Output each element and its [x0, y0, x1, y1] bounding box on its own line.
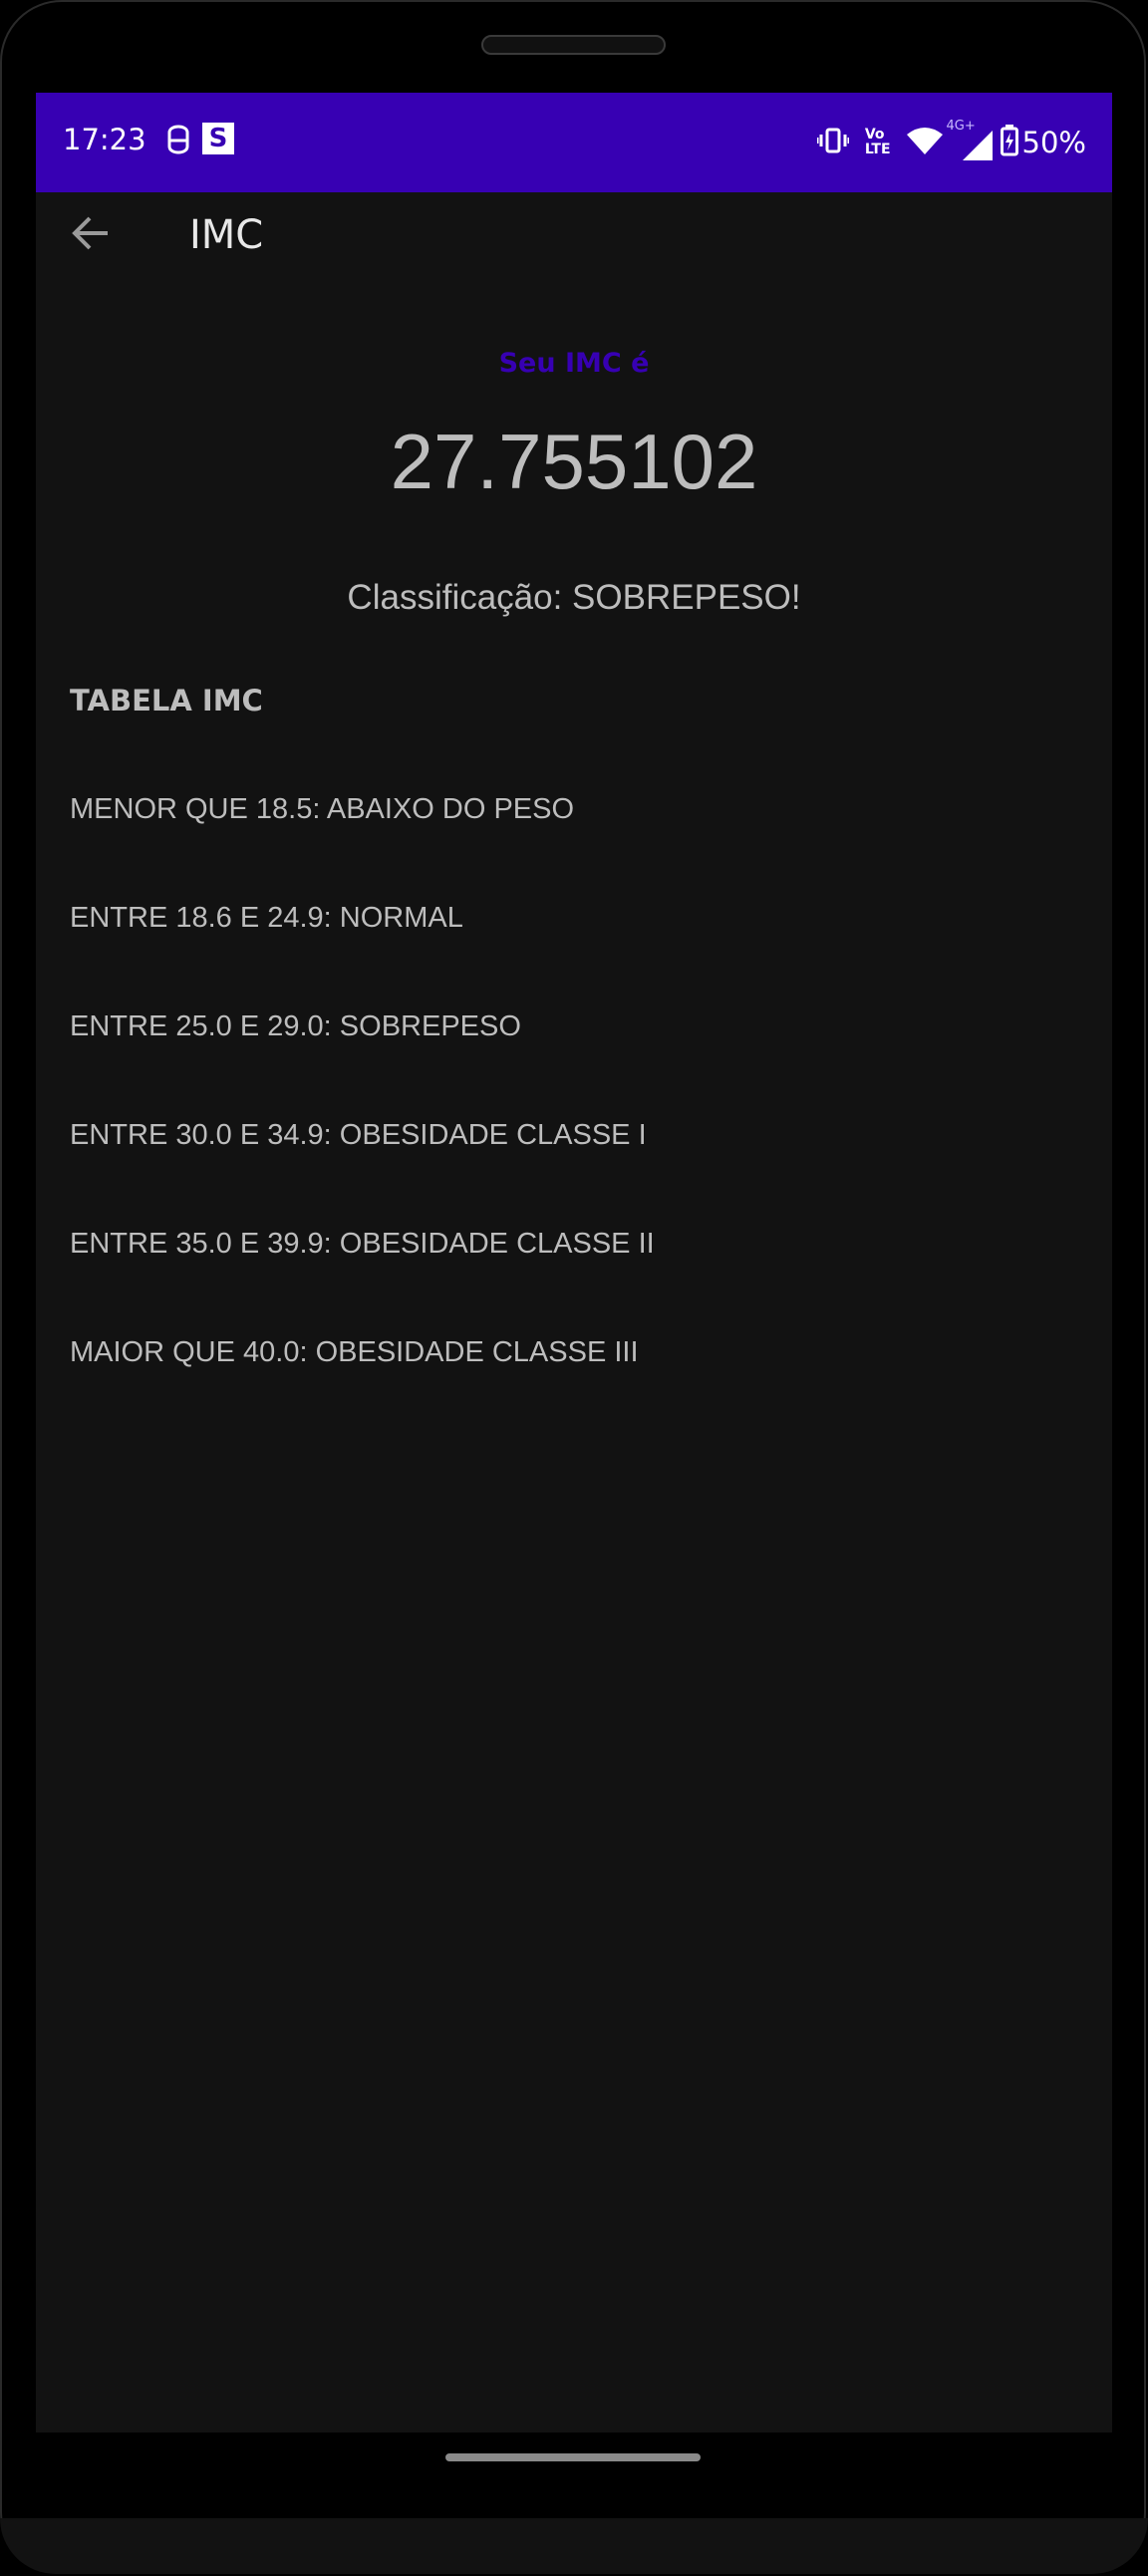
app-s-letter: S	[208, 124, 228, 153]
back-button[interactable]	[66, 210, 116, 260]
table-row: ENTRE 35.0 E 39.9: OBESIDADE CLASSE II	[70, 1228, 655, 1260]
app-s-icon: S	[202, 123, 234, 154]
wifi-icon	[906, 127, 943, 158]
table-row: MAIOR QUE 40.0: OBESIDADE CLASSE III	[70, 1336, 639, 1368]
phone-chin	[0, 2518, 1148, 2574]
status-time: 17:23	[63, 123, 146, 156]
signal-4g-icon: 4G+	[947, 119, 993, 160]
arrow-left-icon	[72, 216, 110, 254]
table-row: ENTRE 25.0 E 29.0: SOBREPESO	[70, 1010, 521, 1042]
table-row: ENTRE 18.6 E 24.9: NORMAL	[70, 902, 463, 934]
table-title: TABELA IMC	[70, 684, 263, 717]
earpiece-speaker	[481, 35, 666, 55]
status-right-icons: Vo LTE 4G+ 50%	[816, 119, 1086, 164]
battery-percent: 50%	[1021, 126, 1086, 159]
screen: 17:23 S Vo LTE 4G+ 50% IMC Seu IMC é 27.…	[36, 93, 1112, 2433]
home-indicator[interactable]	[445, 2453, 701, 2461]
vibrate-icon	[816, 127, 850, 158]
phone-device: 17:23 S Vo LTE 4G+ 50% IMC Seu IMC é 27.…	[0, 0, 1148, 2576]
status-bar: 17:23 S Vo LTE 4G+ 50%	[36, 93, 1112, 192]
volte-icon: Vo LTE	[865, 128, 891, 157]
imc-value: 27.755102	[390, 418, 758, 505]
volte-top-text: Vo	[864, 127, 885, 143]
table-row: MENOR QUE 18.5: ABAIXO DO PESO	[70, 793, 575, 825]
result-label: Seu IMC é	[498, 348, 650, 379]
battery-icon	[1000, 125, 1018, 160]
fingerprint-icon	[165, 121, 191, 160]
table-row: ENTRE 30.0 E 34.9: OBESIDADE CLASSE I	[70, 1119, 647, 1151]
volte-bottom-text: LTE	[864, 142, 891, 157]
classification-text: Classificação: SOBREPESO!	[347, 578, 801, 617]
page-title: IMC	[189, 212, 264, 258]
app-bar: IMC	[36, 192, 1112, 312]
